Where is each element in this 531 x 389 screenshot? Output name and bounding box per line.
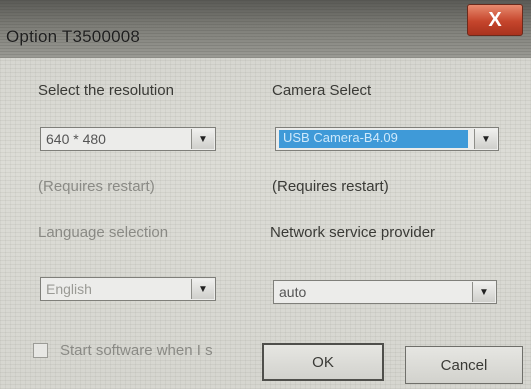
camera-restart-note: (Requires restart)	[272, 178, 389, 195]
close-icon: X	[488, 8, 502, 31]
resolution-value: 640 * 480	[46, 131, 106, 147]
close-button[interactable]: X	[467, 4, 523, 36]
network-label: Network service provider	[270, 224, 436, 241]
network-select[interactable]: auto ▼	[273, 280, 497, 304]
language-label: Language selection	[38, 224, 169, 241]
camera-value: USB Camera-B4.09	[279, 130, 468, 148]
camera-label: Camera Select	[272, 82, 372, 99]
chevron-down-icon: ▼	[472, 282, 495, 302]
chevron-down-icon: ▼	[191, 129, 214, 149]
language-select[interactable]: English ▼	[40, 277, 216, 301]
option-dialog: Option T3500008 X Select the resolution …	[0, 0, 531, 389]
network-value: auto	[279, 284, 307, 300]
cancel-button[interactable]: Cancel	[405, 346, 523, 384]
chevron-down-icon: ▼	[474, 129, 497, 149]
resolution-select[interactable]: 640 * 480 ▼	[40, 127, 216, 151]
title-bar: Option T3500008 X	[0, 0, 531, 58]
chevron-down-icon: ▼	[191, 279, 214, 299]
window-title: Option T3500008	[6, 27, 141, 46]
resolution-restart-note: (Requires restart)	[38, 178, 155, 195]
startup-checkbox[interactable]	[33, 343, 48, 358]
camera-select[interactable]: USB Camera-B4.09 ▼	[275, 127, 499, 151]
startup-label: Start software when I s	[60, 342, 213, 359]
resolution-label: Select the resolution	[38, 82, 174, 99]
ok-button[interactable]: OK	[262, 343, 384, 381]
language-value: English	[46, 281, 92, 297]
